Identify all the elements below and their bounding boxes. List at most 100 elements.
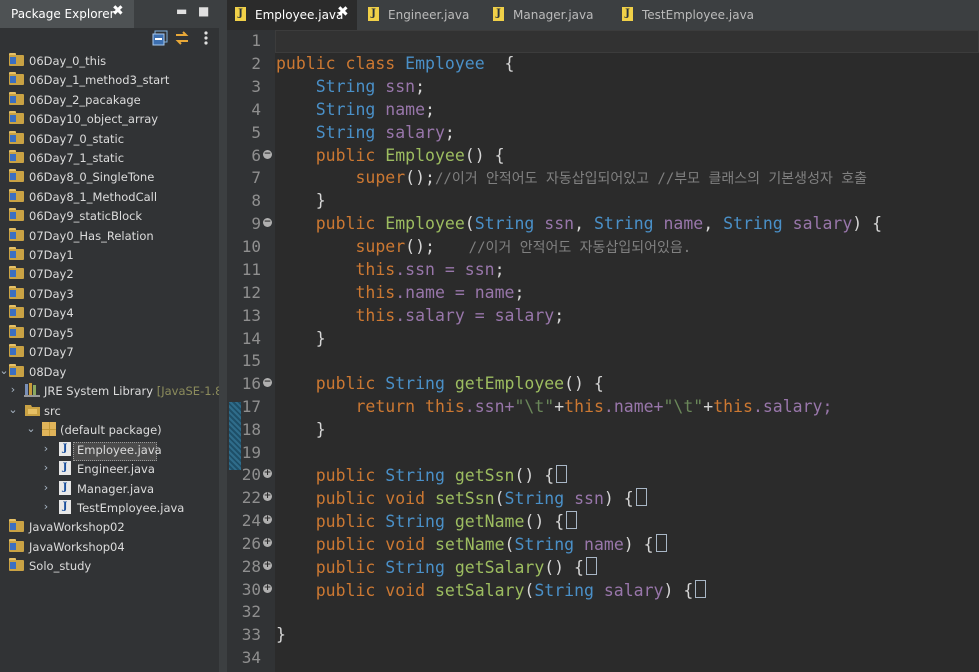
java-file-icon: J bbox=[235, 7, 246, 21]
code-line-28[interactable]: public String getSalary() { bbox=[276, 557, 597, 577]
code-line-26[interactable]: public void setName(String name) { bbox=[276, 534, 667, 554]
tab-label: TestEmployee.java bbox=[642, 8, 755, 22]
collapse-fold-icon[interactable]: − bbox=[263, 218, 272, 227]
code-line-4[interactable]: String name; bbox=[276, 100, 435, 119]
tab-label: Manager.java bbox=[513, 8, 594, 22]
panel-splitter[interactable] bbox=[219, 0, 227, 672]
tree-item-label: 06Day8_0_SingleTone bbox=[29, 170, 155, 184]
expand-fold-icon[interactable]: + bbox=[263, 538, 272, 547]
tree-item-label: (default package) bbox=[60, 423, 162, 437]
java-project-icon bbox=[8, 265, 25, 282]
line-number: 13 bbox=[241, 306, 261, 325]
code-line-10[interactable]: super(); //이거 안적어도 자동삽입되어있음. bbox=[276, 237, 691, 257]
code-line-20[interactable]: public String getSsn() { bbox=[276, 465, 568, 485]
tree-item-label: Employee.java bbox=[77, 443, 162, 457]
java-project-icon bbox=[8, 130, 25, 147]
java-project-icon bbox=[8, 557, 25, 574]
close-icon[interactable]: ✖ bbox=[337, 4, 349, 20]
code-line-9[interactable]: public Employee(String ssn, String name,… bbox=[276, 214, 882, 233]
code-line-2[interactable]: public class Employee { bbox=[276, 54, 514, 73]
chevron-right-icon[interactable]: › bbox=[40, 481, 52, 494]
tree-item-label: 07Day3 bbox=[29, 287, 74, 301]
code-line-7[interactable]: super();//이거 안적어도 자동삽입되어있고 //부모 클래스의 기본생… bbox=[276, 168, 867, 188]
code-line-16[interactable]: public String getEmployee() { bbox=[276, 374, 604, 393]
folded-code-icon[interactable] bbox=[586, 557, 597, 575]
java-project-icon bbox=[8, 207, 25, 224]
tab-engineer-java[interactable]: J Engineer.java bbox=[360, 0, 482, 30]
package-explorer-panel: Package Explorer ✖ ▬ ■ 06Day_0_this 06Da… bbox=[0, 0, 219, 672]
chevron-down-icon[interactable]: ⌄ bbox=[7, 403, 19, 416]
java-project-icon bbox=[8, 246, 25, 263]
java-project-icon bbox=[8, 71, 25, 88]
code-line-30[interactable]: public void setSalary(String salary) { bbox=[276, 580, 707, 600]
chevron-down-icon[interactable]: ⌄ bbox=[25, 422, 37, 435]
java-file-icon: J bbox=[368, 7, 379, 21]
line-number: 32 bbox=[241, 602, 261, 621]
line-number: 7 bbox=[251, 168, 261, 187]
chevron-right-icon[interactable]: › bbox=[40, 500, 52, 513]
line-number: 2 bbox=[251, 54, 261, 73]
code-line-8[interactable]: } bbox=[276, 191, 326, 210]
collapse-fold-icon[interactable]: − bbox=[263, 378, 272, 387]
line-number: 15 bbox=[241, 351, 261, 370]
tab-testemployee-java[interactable]: J TestEmployee.java bbox=[614, 0, 764, 30]
chevron-right-icon[interactable]: › bbox=[40, 461, 52, 474]
chevron-right-icon[interactable]: › bbox=[7, 383, 19, 396]
line-number: 28 bbox=[241, 557, 261, 576]
collapse-fold-icon[interactable]: − bbox=[263, 150, 272, 159]
expand-fold-icon[interactable]: + bbox=[263, 469, 272, 478]
java-file-icon: J bbox=[59, 481, 76, 498]
java-project-icon bbox=[8, 304, 25, 321]
code-line-11[interactable]: this.ssn = ssn; bbox=[276, 260, 504, 279]
folded-code-icon[interactable] bbox=[556, 465, 568, 483]
line-number: 14 bbox=[241, 329, 261, 348]
tree-item-label: JavaWorkshop04 bbox=[29, 540, 125, 554]
tree-item-label: 07Day4 bbox=[29, 306, 74, 320]
code-line-24[interactable]: public String getName() { bbox=[276, 511, 578, 531]
code-line-18[interactable]: } bbox=[276, 420, 326, 439]
line-number: 26 bbox=[241, 534, 261, 553]
tab-manager-java[interactable]: J Manager.java bbox=[485, 0, 613, 30]
java-file-icon: J bbox=[493, 7, 504, 21]
java-project-icon bbox=[8, 227, 25, 244]
code-line-13[interactable]: this.salary = salary; bbox=[276, 306, 564, 325]
tree-item-label: 07Day5 bbox=[29, 326, 74, 340]
chevron-right-icon[interactable]: › bbox=[40, 442, 52, 455]
expand-fold-icon[interactable]: + bbox=[263, 492, 272, 501]
folded-code-icon[interactable] bbox=[695, 580, 707, 598]
source-folder-icon bbox=[24, 402, 41, 419]
line-number: 18 bbox=[241, 420, 261, 439]
tree-item-label: TestEmployee.java bbox=[77, 501, 185, 515]
folded-code-icon[interactable] bbox=[635, 488, 647, 506]
expand-fold-icon[interactable]: + bbox=[263, 561, 272, 570]
link-with-editor-icon[interactable] bbox=[174, 30, 190, 50]
code-editor: J Employee.java ✖ J Engineer.java J Mana… bbox=[227, 0, 979, 672]
expand-fold-icon[interactable]: + bbox=[263, 515, 272, 524]
java-file-icon: J bbox=[622, 7, 633, 21]
expand-fold-icon[interactable]: + bbox=[263, 584, 272, 593]
tab-label: Engineer.java bbox=[388, 8, 470, 22]
line-number: 30 bbox=[241, 580, 261, 599]
minimize-icon[interactable]: ▬ bbox=[176, 4, 187, 18]
code-line-6[interactable]: public Employee() { bbox=[276, 146, 505, 165]
code-line-22[interactable]: public void setSsn(String ssn) { bbox=[276, 488, 647, 508]
code-line-33[interactable]: } bbox=[276, 625, 286, 644]
close-icon[interactable]: ✖ bbox=[112, 3, 124, 19]
collapse-all-icon[interactable] bbox=[152, 30, 168, 50]
folded-code-icon[interactable] bbox=[566, 511, 578, 529]
view-menu-icon[interactable] bbox=[203, 30, 209, 50]
tree-item-label: src bbox=[44, 404, 61, 418]
code-line-3[interactable]: String ssn; bbox=[276, 77, 425, 96]
explorer-tab-bar: Package Explorer ✖ ▬ ■ bbox=[0, 0, 219, 28]
tab-employee-java[interactable]: J Employee.java ✖ bbox=[227, 0, 357, 30]
code-line-5[interactable]: String salary; bbox=[276, 123, 455, 142]
package-explorer-tab[interactable]: Package Explorer ✖ bbox=[0, 0, 134, 28]
code-line-14[interactable]: } bbox=[276, 329, 326, 348]
java-project-icon bbox=[8, 52, 25, 69]
tree-item-label: Solo_study bbox=[29, 559, 92, 573]
tree-item-label: 07Day2 bbox=[29, 267, 74, 281]
code-line-17[interactable]: return this.ssn+"\t"+this.name+"\t"+this… bbox=[276, 397, 832, 416]
folded-code-icon[interactable] bbox=[655, 534, 667, 552]
maximize-icon[interactable]: ■ bbox=[198, 4, 209, 18]
code-line-12[interactable]: this.name = name; bbox=[276, 283, 524, 302]
